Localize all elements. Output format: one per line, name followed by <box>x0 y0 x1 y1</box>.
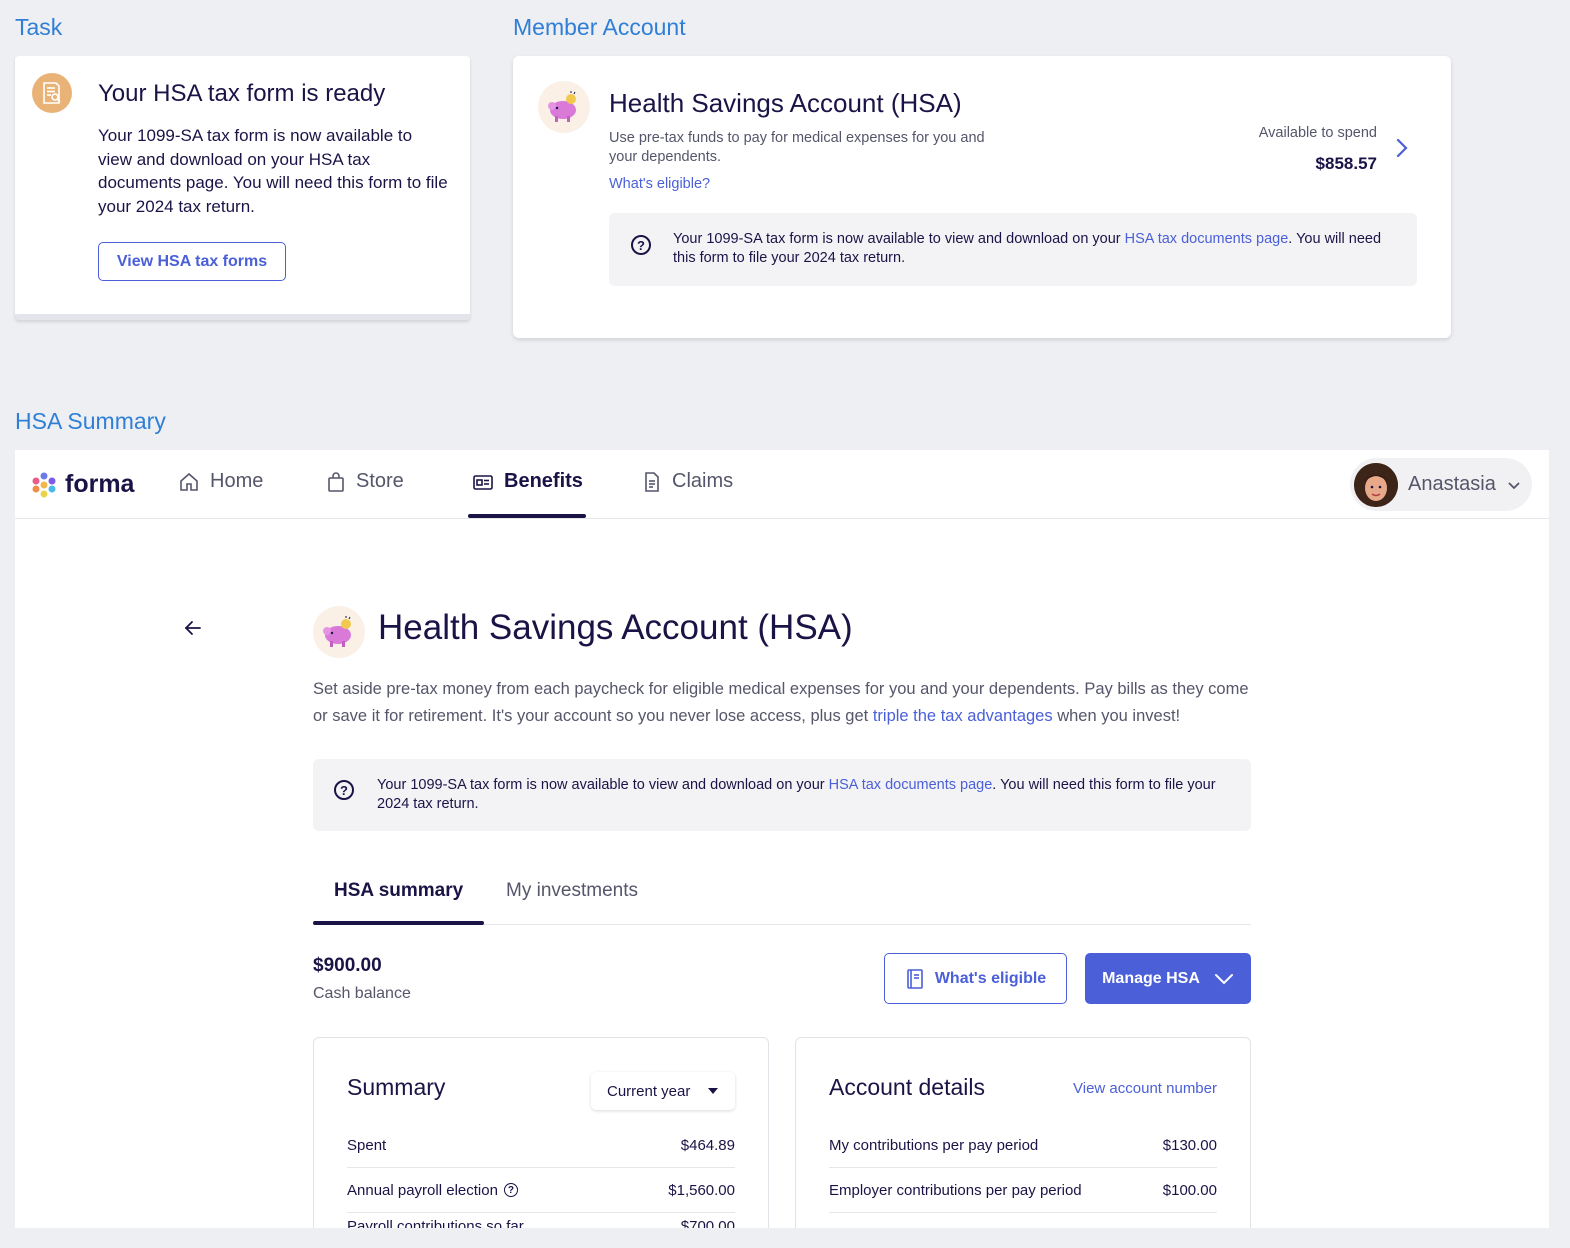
chevron-down-icon <box>1508 481 1520 489</box>
help-icon[interactable]: ? <box>503 1183 518 1197</box>
member-account-card[interactable]: Health Savings Account (HSA) Use pre-tax… <box>513 56 1451 338</box>
top-navbar: forma Home Store Benefits Claims Anastas… <box>15 450 1549 519</box>
nav-claims[interactable]: Claims <box>642 470 733 493</box>
manage-hsa-button-label: Manage HSA <box>1102 969 1200 987</box>
nav-claims-label: Claims <box>672 470 734 492</box>
book-icon <box>907 968 923 989</box>
user-name: Anastasia <box>1408 473 1496 495</box>
chevron-right-icon[interactable] <box>1391 136 1413 160</box>
manage-hsa-button[interactable]: Manage HSA <box>1085 953 1251 1004</box>
tax-form-notice: ? Your 1099-SA tax form is now available… <box>609 213 1417 286</box>
piggy-bank-icon <box>538 81 590 133</box>
nav-benefits-label: Benefits <box>504 470 583 492</box>
triple-tax-advantages-link[interactable]: triple the tax advantages <box>873 707 1053 725</box>
hsa-tabs: HSA summary My investments <box>313 870 1251 925</box>
question-circle-icon: ? <box>334 780 354 800</box>
period-select[interactable]: Current year <box>591 1072 735 1110</box>
page-description: Set aside pre-tax money from each payche… <box>313 680 1249 725</box>
available-to-spend-label: Available to spend <box>1258 125 1377 141</box>
summary-row-value: $700.00 <box>680 1218 735 1228</box>
summary-row: Payroll contributions so far $700.00 <box>347 1204 735 1228</box>
hsa-tax-documents-link[interactable]: HSA tax documents page <box>829 777 993 793</box>
notice-text: Your 1099-SA tax form is now available t… <box>377 777 1216 812</box>
section-label-task: Task <box>15 14 63 40</box>
summary-row: Spent $464.89 <box>347 1123 735 1168</box>
caret-down-icon <box>708 1088 718 1094</box>
forma-logo-icon <box>32 472 56 497</box>
whats-eligible-link[interactable]: What's eligible? <box>609 176 710 192</box>
avatar <box>1354 462 1398 507</box>
id-card-icon <box>473 474 493 490</box>
member-account-description: Use pre-tax funds to pay for medical exp… <box>609 130 985 165</box>
document-icon <box>645 471 659 492</box>
whats-eligible-button-label: What's eligible <box>934 969 1047 987</box>
chevron-down-icon <box>1214 973 1233 984</box>
nav-active-indicator <box>468 514 586 518</box>
account-details-title: Account details <box>829 1074 985 1100</box>
account-details-panel: Account details View account number My c… <box>795 1037 1251 1228</box>
available-to-spend-value: $858.57 <box>1315 154 1377 173</box>
summary-panel: Summary Current year Spent $464.89 Annua… <box>313 1037 769 1228</box>
tab-hsa-summary[interactable]: HSA summary <box>334 880 463 902</box>
account-details-row-value: $130.00 <box>1162 1136 1217 1154</box>
nav-home-label: Home <box>210 470 264 492</box>
account-details-row: My contributions per pay period $130.00 <box>829 1123 1217 1168</box>
summary-row-value: $1,560.00 <box>668 1181 735 1199</box>
section-label-member-account: Member Account <box>513 14 686 40</box>
logo-text: forma <box>65 470 135 498</box>
question-circle-icon: ? <box>631 235 651 255</box>
back-arrow-icon[interactable] <box>181 616 205 640</box>
user-menu[interactable]: Anastasia <box>1350 458 1532 511</box>
shopping-bag-icon <box>328 471 344 492</box>
account-details-row-label: My contributions per pay period <box>829 1136 1039 1154</box>
account-details-row: Employer contributions per pay period $1… <box>829 1168 1217 1213</box>
cash-balance-label: Cash balance <box>313 985 411 1002</box>
page-title: Health Savings Account (HSA) <box>378 608 853 647</box>
tab-active-indicator <box>313 921 484 925</box>
home-icon <box>180 472 198 491</box>
notice-text: Your 1099-SA tax form is now available t… <box>673 231 1382 266</box>
nav-store[interactable]: Store <box>326 470 404 493</box>
view-account-number-link[interactable]: View account number <box>1073 1080 1217 1097</box>
cash-balance-value: $900.00 <box>313 955 382 976</box>
summary-title: Summary <box>347 1074 446 1100</box>
forma-logo[interactable]: forma <box>31 470 134 499</box>
hsa-summary-page: forma Home Store Benefits Claims Anastas… <box>15 450 1549 1228</box>
nav-benefits[interactable]: Benefits <box>472 470 583 493</box>
task-title: Your HSA tax form is ready <box>98 80 386 107</box>
piggy-bank-icon <box>313 606 365 658</box>
task-card: Your HSA tax form is ready Your 1099-SA … <box>15 56 470 320</box>
nav-home[interactable]: Home <box>178 470 263 493</box>
whats-eligible-button[interactable]: What's eligible <box>884 953 1067 1004</box>
summary-row-label: Payroll contributions so far <box>347 1218 524 1228</box>
section-label-hsa-summary: HSA Summary <box>15 408 166 434</box>
period-select-value: Current year <box>607 1082 691 1100</box>
tax-form-notice: ? Your 1099-SA tax form is now available… <box>313 759 1251 831</box>
document-search-icon <box>32 73 72 113</box>
view-hsa-tax-forms-button[interactable]: View HSA tax forms <box>98 242 286 281</box>
nav-store-label: Store <box>356 470 404 492</box>
account-details-row-label: Employer contributions per pay period <box>829 1181 1082 1199</box>
tab-my-investments[interactable]: My investments <box>506 880 638 902</box>
hsa-tax-documents-link[interactable]: HSA tax documents page <box>1125 231 1289 247</box>
account-details-row-value: $100.00 <box>1162 1181 1217 1199</box>
task-body: Your 1099-SA tax form is now available t… <box>98 126 448 216</box>
summary-row-value: $464.89 <box>680 1136 735 1154</box>
summary-row-label: Spent <box>347 1136 387 1154</box>
member-account-title: Health Savings Account (HSA) <box>609 88 962 118</box>
summary-row-label: Annual payroll election <box>347 1181 498 1199</box>
